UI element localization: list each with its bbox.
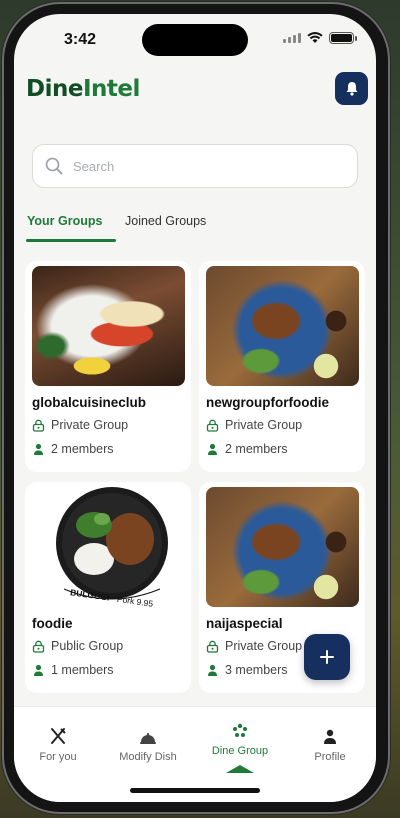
tab-joined-groups[interactable]: Joined Groups [125, 214, 206, 228]
group-image [206, 266, 359, 386]
nav-item-modify-dish[interactable]: Modify Dish [108, 725, 188, 763]
lock-icon [206, 640, 219, 653]
person-icon [34, 664, 43, 676]
cloche-icon [140, 733, 156, 744]
group-name: globalcuisineclub [32, 395, 147, 410]
active-nav-indicator [226, 765, 254, 773]
dynamic-island [142, 24, 248, 56]
group-privacy: Public Group [32, 639, 123, 653]
group-privacy: Private Group [32, 418, 128, 432]
group-card[interactable]: globalcuisineclub Private Group 2 member… [25, 261, 191, 472]
bell-icon [346, 82, 357, 96]
signal-icon [283, 33, 301, 43]
group-card[interactable]: BULGOGI - Pork 9.95 foodie Public Group … [25, 482, 191, 693]
group-tabs: Your Groups Joined Groups [14, 214, 376, 244]
add-group-button[interactable] [304, 634, 350, 680]
group-members: 1 members [32, 663, 114, 677]
cutlery-icon [51, 728, 66, 744]
group-image [32, 266, 185, 386]
nav-item-for-you[interactable]: For you [18, 725, 98, 763]
person-icon [324, 729, 336, 744]
wifi-icon [307, 32, 323, 43]
tab-your-groups[interactable]: Your Groups [25, 214, 118, 242]
nav-item-dine-group[interactable]: Dine Group [200, 719, 280, 757]
lock-icon [206, 419, 219, 432]
group-name: naijaspecial [206, 616, 283, 631]
unlock-icon [32, 640, 45, 653]
lock-icon [32, 419, 45, 432]
search-icon [45, 157, 63, 175]
notifications-button[interactable] [335, 72, 368, 105]
home-indicator [130, 788, 260, 793]
group-members: 3 members [206, 663, 288, 677]
person-icon [208, 664, 217, 676]
person-icon [208, 443, 217, 455]
app-screen: 3:42 DineIntel Your Groups Joined Groups… [14, 14, 376, 802]
group-card[interactable]: newgroupforfoodie Private Group 2 member… [199, 261, 365, 472]
status-time: 3:42 [64, 31, 97, 48]
person-icon [34, 443, 43, 455]
group-privacy: Private Group [206, 418, 302, 432]
group-icon [233, 723, 247, 737]
group-members: 2 members [32, 442, 114, 456]
app-logo: DineIntel [26, 76, 140, 102]
plus-icon [320, 650, 334, 664]
bulgogi-plate-image: BULGOGI - Pork 9.95 [56, 487, 168, 607]
nav-item-profile[interactable]: Profile [290, 725, 370, 763]
battery-icon [329, 32, 357, 44]
search-input[interactable] [73, 158, 323, 174]
search-bar[interactable] [32, 144, 358, 188]
group-name: newgroupforfoodie [206, 395, 329, 410]
group-image [206, 487, 359, 607]
status-icons [283, 32, 357, 44]
group-members: 2 members [206, 442, 288, 456]
group-name: foodie [32, 616, 73, 631]
group-image: BULGOGI - Pork 9.95 [32, 487, 185, 607]
group-privacy: Private Group [206, 639, 302, 653]
